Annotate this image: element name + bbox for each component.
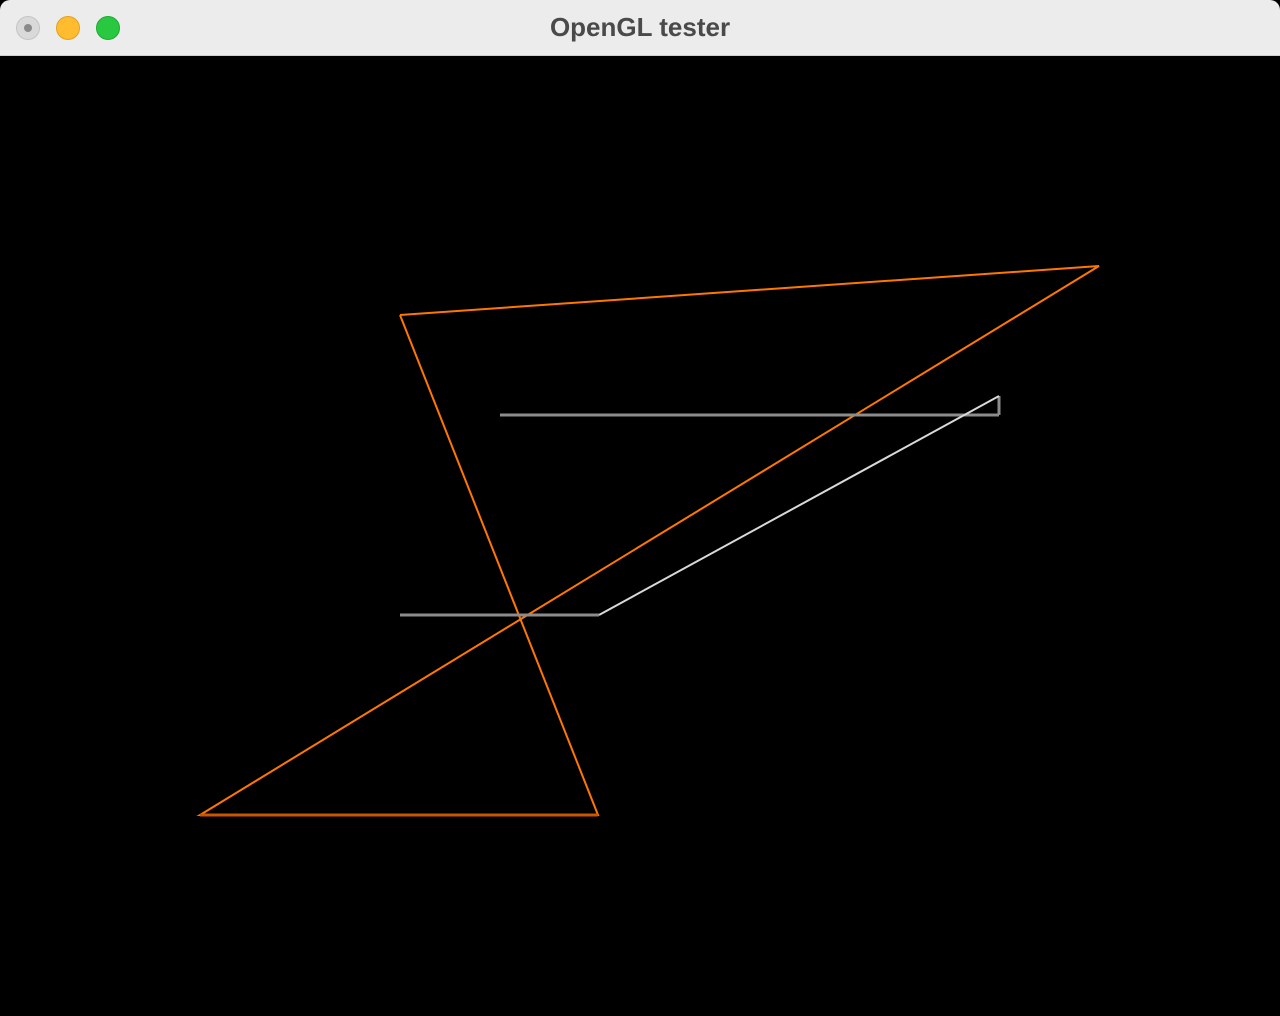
window-title: OpenGL tester <box>549 12 731 42</box>
app-window: OpenGL tester <box>0 0 1280 1016</box>
opengl-viewport[interactable] <box>0 56 1280 1016</box>
render-canvas <box>196 265 1100 817</box>
light-diagonal-line <box>598 395 1000 616</box>
orange-polyline <box>196 265 1100 816</box>
title-bar[interactable]: OpenGL tester <box>0 0 1280 56</box>
